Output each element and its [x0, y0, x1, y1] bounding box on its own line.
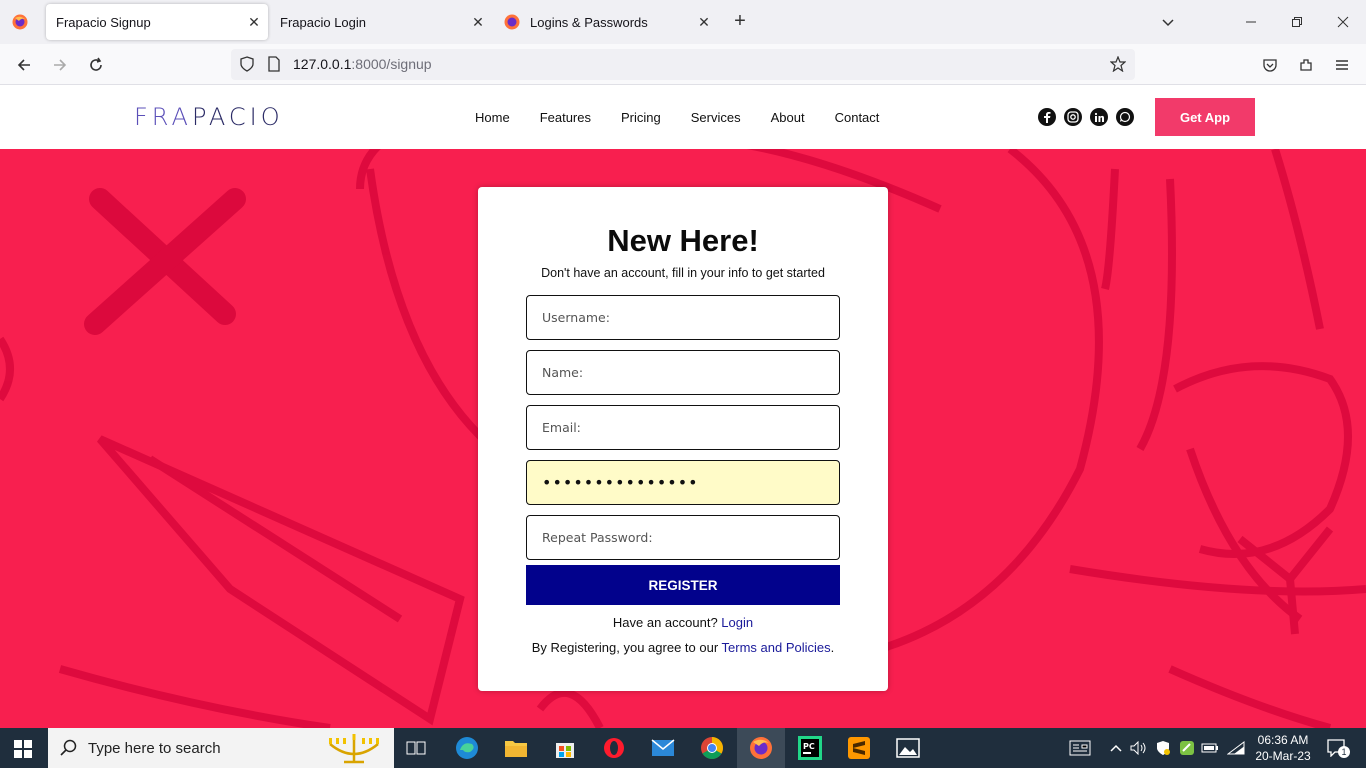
- firefox-taskbar-icon[interactable]: [747, 734, 775, 762]
- url-bar[interactable]: 127.0.0.1:8000/signup: [231, 49, 1135, 80]
- have-account-line: Have an account? Login: [612, 615, 754, 630]
- wifi-icon[interactable]: [1226, 738, 1246, 758]
- instagram-icon[interactable]: [1064, 108, 1082, 126]
- menu-item-home[interactable]: Home: [475, 110, 510, 125]
- repeat-password-field[interactable]: Repeat Password:: [526, 515, 840, 560]
- page-icon[interactable]: [267, 56, 281, 72]
- url-text: 127.0.0.1:8000/signup: [293, 56, 432, 72]
- tab-title: Logins & Passwords: [530, 14, 648, 30]
- close-icon[interactable]: ✕: [464, 14, 492, 31]
- menu-icon[interactable]: [1329, 52, 1355, 78]
- pycharm-icon[interactable]: PC: [796, 734, 824, 762]
- username-field[interactable]: Username:: [526, 295, 840, 340]
- login-link[interactable]: Login: [721, 615, 753, 630]
- volume-icon[interactable]: [1129, 738, 1149, 758]
- tab-title: Frapacio Login: [280, 14, 366, 30]
- notification-count-badge: 1: [1338, 746, 1350, 758]
- forward-icon[interactable]: [47, 52, 73, 78]
- list-all-tabs-icon[interactable]: [1154, 8, 1182, 36]
- clock-date: 20-Mar-23: [1255, 749, 1311, 763]
- taskbar: Type here to search PC 06:36 AM 20-Mar-2…: [0, 728, 1366, 768]
- site-header: FRAPACIO Home Features Pricing Services …: [0, 85, 1366, 149]
- photos-icon[interactable]: [894, 734, 922, 762]
- email-field[interactable]: Email:: [526, 405, 840, 450]
- back-icon[interactable]: [11, 52, 37, 78]
- close-icon[interactable]: ✕: [240, 14, 268, 31]
- menorah-icon: [329, 734, 379, 764]
- terms-line: By Registering, you agree to our Terms a…: [531, 640, 835, 655]
- search-icon: [60, 739, 77, 756]
- social-links: [1038, 108, 1134, 126]
- app-tray-icon[interactable]: [1177, 738, 1197, 758]
- security-icon[interactable]: [1153, 738, 1173, 758]
- menu-item-features[interactable]: Features: [540, 110, 591, 125]
- firefox-icon[interactable]: [12, 14, 28, 30]
- menu-item-about[interactable]: About: [771, 110, 805, 125]
- chrome-icon[interactable]: [698, 734, 726, 762]
- extensions-icon[interactable]: [1293, 52, 1319, 78]
- reload-icon[interactable]: [83, 52, 109, 78]
- tab-frapacio-login[interactable]: Frapacio Login ✕: [270, 4, 492, 40]
- notification-center-icon[interactable]: 1: [1324, 738, 1350, 758]
- firefox-icon: [504, 14, 520, 30]
- signup-subtitle: Don't have an account, fill in your info…: [541, 266, 825, 280]
- windows-start-icon[interactable]: [14, 740, 32, 758]
- whatsapp-icon[interactable]: [1116, 108, 1134, 126]
- taskbar-search-box[interactable]: Type here to search: [48, 728, 394, 768]
- show-hidden-icons-icon[interactable]: [1106, 738, 1126, 758]
- opera-icon[interactable]: [600, 734, 628, 762]
- tab-title: Frapacio Signup: [56, 14, 151, 30]
- menu-item-services[interactable]: Services: [691, 110, 741, 125]
- clock-time: 06:36 AM: [1257, 733, 1309, 747]
- search-placeholder: Type here to search: [88, 740, 221, 757]
- browser-tab-strip: Frapacio Signup ✕ Frapacio Login ✕ Login…: [0, 0, 1366, 44]
- shield-icon[interactable]: [239, 56, 255, 72]
- sublime-text-icon[interactable]: [845, 734, 873, 762]
- restore-icon[interactable]: [1283, 8, 1311, 36]
- taskbar-clock[interactable]: 06:36 AM 20-Mar-23: [1250, 732, 1316, 764]
- signup-title: New Here!: [607, 223, 759, 258]
- news-icon[interactable]: [1068, 738, 1092, 758]
- site-logo[interactable]: FRAPACIO: [134, 103, 284, 131]
- facebook-icon[interactable]: [1038, 108, 1056, 126]
- close-window-icon[interactable]: [1329, 8, 1357, 36]
- file-explorer-icon[interactable]: [502, 734, 530, 762]
- task-view-icon[interactable]: [402, 734, 430, 762]
- edge-icon[interactable]: [453, 734, 481, 762]
- terms-link[interactable]: Terms and Policies: [722, 640, 831, 655]
- name-field[interactable]: Name:: [526, 350, 840, 395]
- pocket-icon[interactable]: [1257, 52, 1283, 78]
- new-tab-button[interactable]: +: [728, 10, 752, 34]
- mail-icon[interactable]: [649, 734, 677, 762]
- password-field[interactable]: •••••••••••••••: [526, 460, 840, 505]
- signup-card: New Here! Don't have an account, fill in…: [478, 187, 888, 691]
- bookmark-star-icon[interactable]: [1110, 56, 1126, 72]
- battery-icon[interactable]: [1200, 738, 1220, 758]
- register-button[interactable]: REGISTER: [526, 565, 840, 605]
- main-menu: Home Features Pricing Services About Con…: [475, 110, 909, 125]
- menu-item-contact[interactable]: Contact: [835, 110, 880, 125]
- tab-frapacio-signup[interactable]: Frapacio Signup ✕: [46, 4, 268, 40]
- microsoft-store-icon[interactable]: [551, 734, 579, 762]
- tab-logins-passwords[interactable]: Logins & Passwords ✕: [496, 4, 718, 40]
- menu-item-pricing[interactable]: Pricing: [621, 110, 661, 125]
- svg-text:PC: PC: [803, 742, 815, 751]
- close-icon[interactable]: ✕: [690, 14, 718, 31]
- linkedin-icon[interactable]: [1090, 108, 1108, 126]
- browser-nav-bar: 127.0.0.1:8000/signup: [0, 44, 1366, 85]
- get-app-button[interactable]: Get App: [1155, 98, 1255, 136]
- minimize-icon[interactable]: [1237, 8, 1265, 36]
